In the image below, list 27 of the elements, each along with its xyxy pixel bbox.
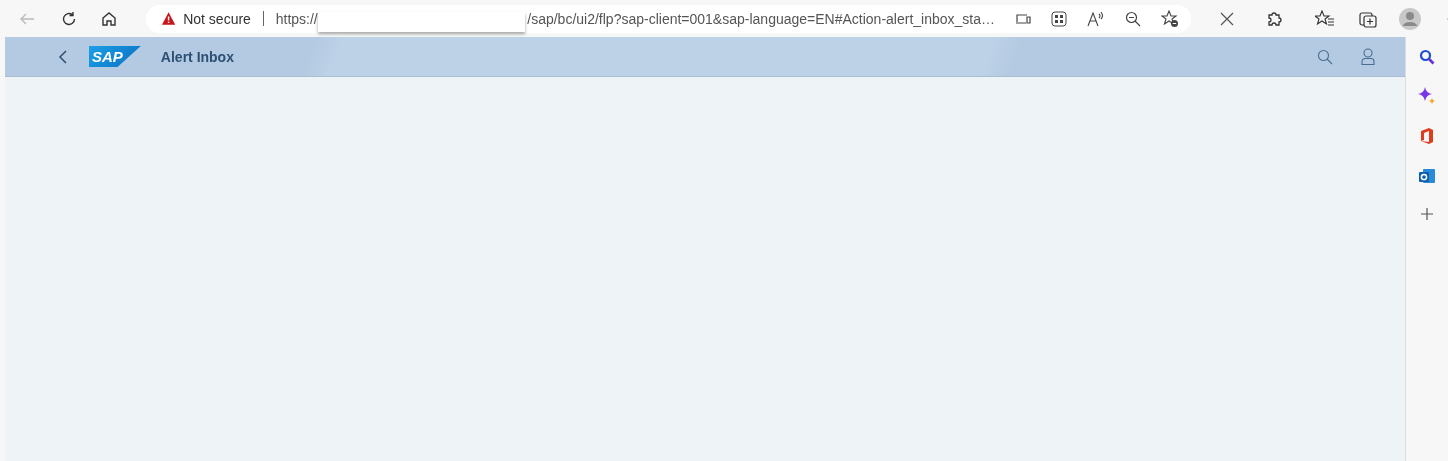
mail-icon[interactable] [1418, 167, 1437, 185]
puzzle-icon[interactable] [1265, 9, 1283, 28]
search-icon[interactable] [1419, 49, 1436, 65]
device-icon[interactable] [1015, 12, 1031, 25]
close-icon[interactable] [1219, 10, 1235, 27]
read-aloud-icon[interactable] [1087, 10, 1105, 27]
sparkle-icon[interactable] [1418, 87, 1437, 105]
warning-icon [162, 11, 176, 26]
url-text: /sap/bc/ui2/flp?sap-client=001&sap-language=EN#Action-alert_inbox_sta… [527, 10, 995, 27]
address-bar[interactable]: Not secure https:// /sap/bc/ui2/flp?sap-client=001&sap-language=EN#Action-alert_inbox_sta… [146, 4, 1191, 33]
star-add-icon[interactable] [1161, 9, 1179, 28]
collections-icon[interactable] [1359, 9, 1377, 28]
grid-icon[interactable] [1051, 10, 1067, 27]
url-text: https:// [275, 10, 318, 27]
add-icon[interactable] [1420, 207, 1435, 221]
back-icon[interactable] [57, 48, 69, 65]
home-icon[interactable] [100, 9, 118, 28]
zoom-out-icon[interactable] [1125, 10, 1141, 27]
user-icon[interactable] [1361, 48, 1376, 65]
office-icon[interactable] [1420, 127, 1435, 145]
app-title: Alert Inbox [160, 48, 234, 65]
favorites-icon[interactable] [1315, 9, 1335, 28]
avatar-icon[interactable] [1399, 7, 1421, 30]
sap-logo[interactable]: SAP [89, 46, 141, 67]
search-icon[interactable] [1317, 48, 1334, 65]
security-label: Not secure [183, 10, 251, 27]
reload-icon[interactable] [60, 9, 78, 28]
